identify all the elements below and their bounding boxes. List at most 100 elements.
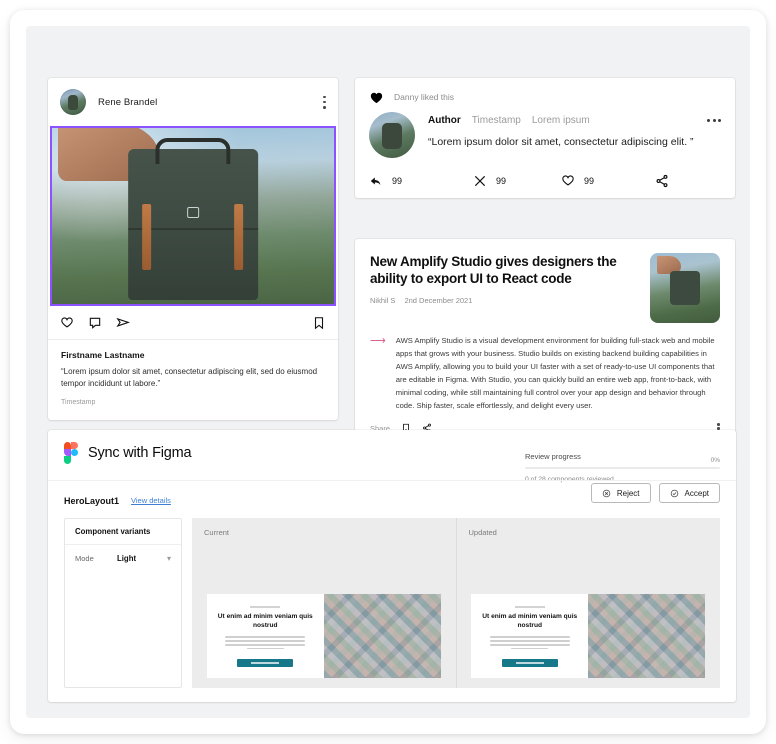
page-title: Sync with Figma: [88, 445, 192, 461]
article-body: ⟶ AWS Amplify Studio is a visual develop…: [370, 334, 720, 412]
hero-text-block: Ut enim ad minim veniam quis nostrud: [207, 594, 324, 678]
share-icon: [655, 174, 669, 188]
social-post-actions: [48, 306, 338, 340]
backpack-shape: [669, 271, 701, 305]
accept-button-label: Accept: [684, 488, 709, 498]
review-progress-label: Review progress: [525, 452, 581, 461]
pane-updated: Updated Ut enim ad minim veniam quis nos…: [455, 518, 721, 688]
hero-image: [323, 594, 441, 678]
reply-icon: [369, 174, 383, 188]
comment-icon[interactable]: [88, 316, 102, 330]
hero-preview-updated[interactable]: Ut enim ad minim veniam quis nostrud: [471, 594, 706, 678]
article-byline: Nikhil S 2nd December 2021: [370, 296, 636, 305]
component-variants-panel: Component variants Mode Light ▾: [64, 518, 182, 688]
brand-logo-mark: [187, 206, 199, 218]
strap-left: [383, 132, 388, 143]
strap-right: [396, 132, 401, 143]
hero-text-block: Ut enim ad minim veniam quis nostrud: [471, 594, 588, 678]
hero-cta-button[interactable]: [501, 658, 558, 667]
reject-circle-icon: [602, 489, 611, 498]
chevron-down-icon[interactable]: ▾: [167, 554, 171, 563]
reject-button-label: Reject: [616, 488, 640, 498]
strap-left: [142, 203, 152, 271]
hero-body-lines: [489, 636, 570, 652]
article-date: 2nd December 2021: [404, 296, 473, 305]
hero-eyebrow: [514, 606, 545, 609]
tweet-like-action[interactable]: 99: [561, 174, 655, 188]
tweet-card: Danny liked this Author Timestamp Lorem …: [355, 78, 735, 198]
comparison-area: Current Ut enim ad minim veniam quis nos…: [192, 518, 720, 688]
page-canvas: Rene Brandel Firstname Lastname “Lorem i…: [26, 26, 750, 718]
figma-logo-icon: [64, 442, 79, 464]
dots-horizontal-icon[interactable]: [707, 119, 721, 122]
reject-button[interactable]: Reject: [590, 483, 651, 503]
article-headline-block: New Amplify Studio gives designers the a…: [370, 253, 636, 323]
send-icon[interactable]: [116, 316, 130, 330]
tweet-retweet-count: 99: [496, 176, 507, 186]
view-details-link[interactable]: View details: [131, 496, 171, 505]
tweet-timestamp: Timestamp: [471, 115, 521, 126]
variant-key: Mode: [75, 554, 94, 563]
avatar[interactable]: [369, 112, 415, 158]
variant-row-mode[interactable]: Mode Light ▾: [65, 545, 181, 572]
tweet-actions: 99 99 99: [369, 174, 721, 188]
tweet-reply-action[interactable]: 99: [369, 174, 473, 188]
bookmark-icon[interactable]: [312, 316, 326, 330]
hero-preview-current[interactable]: Ut enim ad minim veniam quis nostrud: [206, 594, 441, 678]
liked-by-row: Danny liked this: [369, 90, 721, 104]
social-post-text: “Lorem ipsum dolor sit amet, consectetur…: [61, 367, 318, 389]
tweet-like-count: 99: [584, 176, 595, 186]
figma-panel-content: Component variants Mode Light ▾ Current …: [64, 518, 720, 688]
layout-name: HeroLayout1: [64, 495, 120, 506]
liked-by-text: Danny liked this: [394, 92, 455, 102]
social-post-author: Rene Brandel: [98, 96, 158, 108]
social-post-title: Firstname Lastname: [61, 350, 145, 360]
pane-label: Current: [204, 528, 230, 537]
heart-icon: [561, 174, 575, 188]
tweet-reply-count: 99: [392, 176, 403, 186]
tweet-share-action[interactable]: [655, 174, 669, 188]
backpack-shape: [128, 149, 258, 301]
retweet-icon: [473, 174, 487, 188]
accept-button[interactable]: Accept: [658, 483, 720, 503]
heart-icon[interactable]: [60, 316, 74, 330]
article-author: Nikhil S: [370, 296, 396, 305]
pane-label: Updated: [468, 528, 497, 537]
article-top: New Amplify Studio gives designers the a…: [370, 253, 720, 323]
hero-heading: Ut enim ad minim veniam quis nostrud: [217, 613, 313, 629]
tweet-retweet-action[interactable]: 99: [473, 174, 561, 188]
tweet-content: Author Timestamp Lorem ipsum “Lorem ipsu…: [428, 112, 721, 158]
hero-heading: Ut enim ad minim veniam quis nostrud: [482, 613, 578, 629]
hero-cta-button[interactable]: [237, 658, 294, 667]
social-post-timestamp: Timestamp: [61, 398, 96, 406]
tweet-main: Author Timestamp Lorem ipsum “Lorem ipsu…: [369, 112, 721, 158]
social-post-image[interactable]: [50, 126, 336, 306]
review-progress-percent: 0%: [710, 457, 720, 464]
figma-action-buttons: Reject Accept: [590, 483, 720, 503]
article-thumbnail[interactable]: [650, 253, 720, 323]
variant-value: Light: [117, 554, 137, 563]
review-progress-bar: 0%: [525, 457, 720, 469]
pane-current: Current Ut enim ad minim veniam quis nos…: [192, 518, 456, 688]
heart-filled-icon: [369, 90, 384, 104]
hero-body-lines: [225, 636, 306, 652]
figma-panel-header: Sync with Figma Review progress 0% 0 of …: [48, 430, 736, 483]
tweet-author[interactable]: Author: [428, 115, 461, 126]
tweet-meta: Author Timestamp Lorem ipsum: [428, 115, 721, 126]
figma-sync-panel: Sync with Figma Review progress 0% 0 of …: [48, 430, 736, 702]
social-post-header: Rene Brandel: [48, 78, 338, 126]
social-post-body: Firstname Lastname “Lorem ipsum dolor si…: [48, 340, 338, 420]
arrow-right-icon: ⟶: [370, 335, 386, 347]
tweet-handle: Lorem ipsum: [531, 115, 590, 126]
app-window: Rene Brandel Firstname Lastname “Lorem i…: [10, 10, 766, 734]
hero-image: [588, 594, 706, 678]
dots-vertical-icon[interactable]: [323, 95, 326, 109]
figma-layout-row: HeroLayout1 View details Reject Accept: [48, 480, 736, 514]
avatar: [60, 89, 86, 115]
article-title[interactable]: New Amplify Studio gives designers the a…: [370, 253, 636, 287]
component-variants-header: Component variants: [65, 519, 181, 545]
review-progress: Review progress 0% 0 of 28 components re…: [525, 452, 720, 483]
strap-right: [234, 203, 244, 271]
tweet-text: “Lorem ipsum dolor sit amet, consectetur…: [428, 136, 694, 148]
social-post-card: Rene Brandel Firstname Lastname “Lorem i…: [48, 78, 338, 420]
